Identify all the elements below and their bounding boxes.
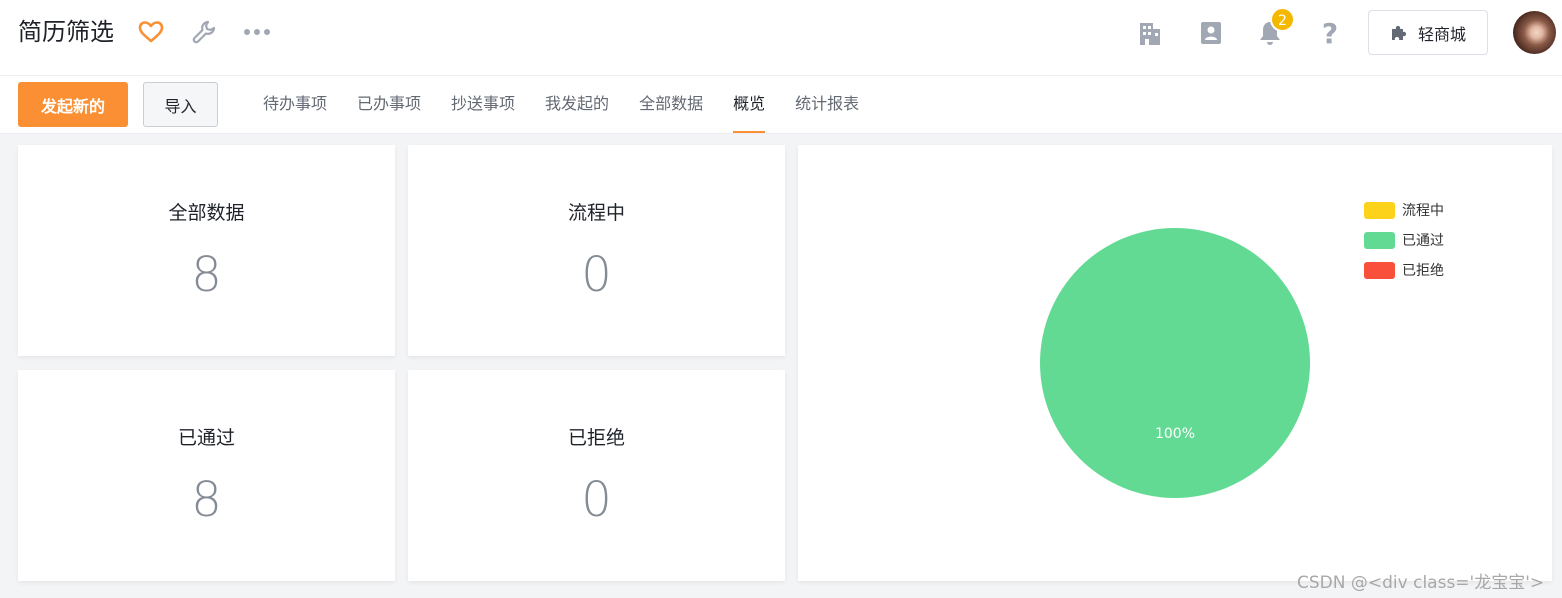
legend-swatch: [1364, 262, 1395, 279]
tab-reports[interactable]: 统计报表: [780, 76, 874, 134]
tab-initiated[interactable]: 我发起的: [530, 76, 624, 134]
legend-item[interactable]: 已通过: [1364, 232, 1444, 249]
legend-label: 已通过: [1402, 233, 1444, 249]
heart-icon[interactable]: [138, 19, 164, 45]
tab-all-data[interactable]: 全部数据: [624, 76, 718, 134]
tab-bar: 发起新的 导入 待办事项 已办事项 抄送事项 我发起的 全部数据 概览 统计报表: [0, 76, 1562, 134]
app-title: 简历筛选: [18, 18, 114, 46]
tabs: 待办事项 已办事项 抄送事项 我发起的 全部数据 概览 统计报表: [248, 76, 874, 134]
legend-item[interactable]: 流程中: [1364, 202, 1444, 219]
stat-value: 8: [191, 472, 222, 528]
notification-badge: 2: [1270, 7, 1295, 32]
tab-done[interactable]: 已办事项: [342, 76, 436, 134]
legend-label: 流程中: [1402, 203, 1444, 219]
pie-slice-1[interactable]: [1040, 228, 1310, 498]
legend-swatch: [1364, 202, 1395, 219]
puzzle-icon: [1390, 24, 1408, 42]
chart-panel: 100% 流程中已通过已拒绝: [798, 145, 1552, 581]
shop-button-label: 轻商城: [1417, 24, 1466, 44]
stat-card-all[interactable]: 全部数据 8: [18, 145, 395, 356]
building-icon[interactable]: [1137, 19, 1163, 47]
avatar[interactable]: [1513, 11, 1556, 54]
stat-label: 全部数据: [168, 202, 245, 224]
pie-slice-label: 100%: [1155, 426, 1195, 442]
legend-item[interactable]: 已拒绝: [1364, 262, 1444, 279]
stat-value: 0: [581, 472, 612, 528]
pie-chart: 100% 流程中已通过已拒绝: [1040, 202, 1444, 498]
top-bar: 简历筛选 2 ? 轻商城: [0, 0, 1562, 76]
stat-card-in-progress[interactable]: 流程中 0: [408, 145, 785, 356]
stat-card-rejected[interactable]: 已拒绝 0: [408, 370, 785, 581]
watermark: CSDN @<div class='龙宝宝'>: [1297, 573, 1545, 593]
wrench-icon[interactable]: [191, 19, 217, 45]
stat-label: 已通过: [177, 427, 235, 449]
legend-swatch: [1364, 232, 1395, 249]
tab-cc[interactable]: 抄送事项: [436, 76, 530, 134]
help-icon[interactable]: ?: [1317, 17, 1343, 50]
tab-overview[interactable]: 概览: [718, 76, 780, 134]
stat-card-approved[interactable]: 已通过 8: [18, 370, 395, 581]
stat-label: 流程中: [567, 202, 625, 224]
import-button[interactable]: 导入: [143, 82, 218, 127]
tab-todo[interactable]: 待办事项: [248, 76, 342, 134]
contacts-icon[interactable]: [1198, 19, 1224, 47]
shop-button[interactable]: 轻商城: [1368, 10, 1488, 55]
stat-value: 0: [581, 247, 612, 303]
legend-label: 已拒绝: [1402, 263, 1444, 279]
new-button[interactable]: 发起新的: [18, 82, 128, 127]
stat-label: 已拒绝: [567, 427, 625, 449]
stat-value: 8: [191, 247, 222, 303]
more-icon[interactable]: [243, 19, 271, 45]
